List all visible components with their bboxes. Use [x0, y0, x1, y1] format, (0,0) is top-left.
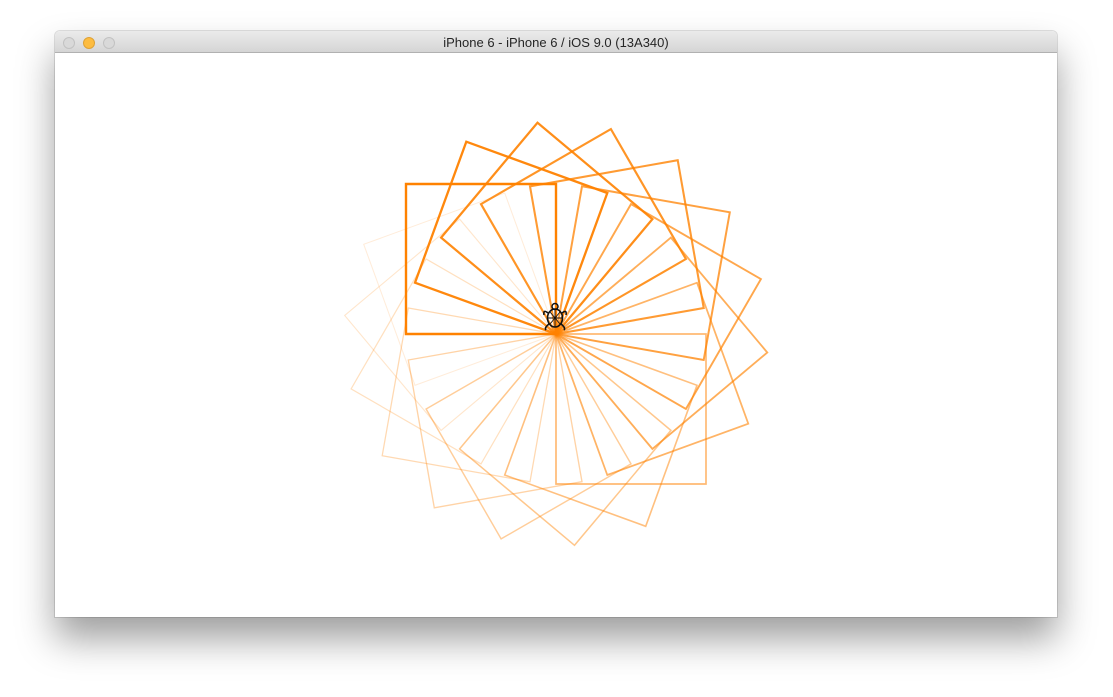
square-11: [503, 332, 699, 528]
simulator-window: iPhone 6 - iPhone 6 / iOS 9.0 (13A340): [55, 31, 1057, 617]
title-bar[interactable]: iPhone 6 - iPhone 6 / iOS 9.0 (13A340): [55, 31, 1057, 53]
squares-group: [343, 121, 769, 547]
square-7: [554, 202, 763, 411]
square-8: [554, 236, 769, 451]
square-2: [413, 140, 609, 336]
square-17: [343, 218, 557, 432]
turtle-drawing: [343, 121, 769, 547]
window-title: iPhone 6 - iPhone 6 / iOS 9.0 (13A340): [443, 35, 669, 50]
square-12: [458, 332, 672, 547]
square-9: [554, 281, 750, 477]
square-13: [425, 333, 632, 540]
turtle-canvas: [55, 53, 1057, 617]
square-3: [439, 121, 654, 336]
square-16: [350, 258, 557, 465]
square-18: [363, 192, 557, 386]
